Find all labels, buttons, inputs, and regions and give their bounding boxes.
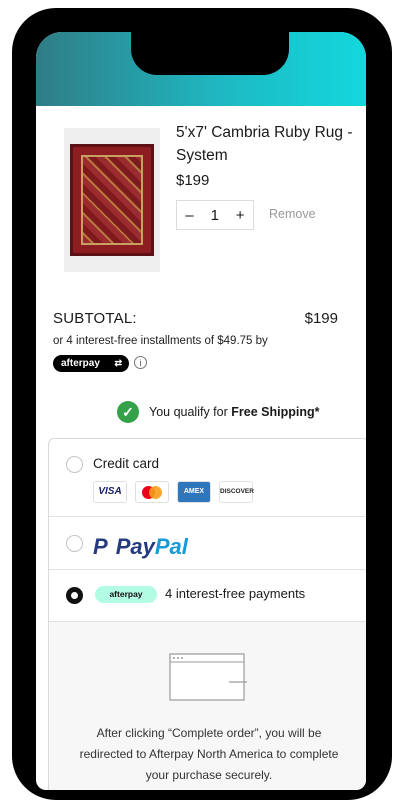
phone-notch [131,32,289,75]
redirect-text: After clicking “Complete order”, you wil… [79,726,339,782]
amex-icon: AMEX [177,481,211,503]
quantity-value[interactable]: 1 [211,207,219,224]
product-price: $199 [176,172,210,189]
qualify-text: You qualify for [149,405,228,419]
paypal-logo: P PayPal [93,534,188,560]
payment-option-paypal[interactable]: P PayPal [49,517,366,570]
browser-redirect-icon [169,653,247,701]
payment-methods: Credit card VISA AMEX DISCOVER P PayPal a… [48,438,366,790]
afterpay-pill: afterpay [95,586,157,603]
redirect-info: After clicking “Complete order”, you wil… [49,622,366,790]
subtotal-value: $199 [304,310,338,327]
free-shipping-notice: ✓ You qualify for Free Shipping* [36,401,366,425]
remove-link[interactable]: Remove [269,207,316,221]
product-title[interactable]: 5'x7' Cambria Ruby Rug - System [176,121,364,167]
card-icons: VISA AMEX DISCOVER [93,481,254,503]
product-thumbnail[interactable] [64,128,160,272]
credit-card-radio[interactable] [66,456,83,473]
paypal-radio[interactable] [66,535,83,552]
paypal-pay-text: Pay [115,534,155,559]
payment-option-afterpay[interactable]: afterpay 4 interest-free payments [49,570,366,622]
credit-card-label: Credit card [93,456,160,471]
afterpay-badge-label: afterpay [61,358,100,369]
visa-icon: VISA [93,481,127,503]
subtotal-label: SUBTOTAL: [53,310,137,327]
increase-button[interactable]: + [236,207,245,224]
screen: 5'x7' Cambria Ruby Rug - System $199 – 1… [36,32,366,790]
mastercard-icon [135,481,169,503]
payment-option-credit-card[interactable]: Credit card VISA AMEX DISCOVER [49,439,366,517]
check-icon: ✓ [117,401,139,423]
free-shipping-text: Free Shipping* [231,405,320,419]
afterpay-text: 4 interest-free payments [165,586,306,601]
phone-frame: 5'x7' Cambria Ruby Rug - System $199 – 1… [12,8,392,800]
afterpay-badge: afterpay ⇄ [53,355,129,372]
cart-item: 5'x7' Cambria Ruby Rug - System $199 – 1… [36,106,366,276]
quantity-stepper: – 1 + [176,200,254,230]
info-icon[interactable]: i [134,356,147,369]
afterpay-radio[interactable] [66,587,83,604]
decrease-button[interactable]: – [185,207,193,224]
rug-image [70,144,154,256]
discover-icon: DISCOVER [219,481,254,503]
installments-text: or 4 interest-free installments of $49.7… [53,335,268,347]
paypal-p-icon: P [93,534,108,559]
paypal-pal-text: Pal [154,534,188,559]
afterpay-arrows-icon: ⇄ [114,358,122,368]
